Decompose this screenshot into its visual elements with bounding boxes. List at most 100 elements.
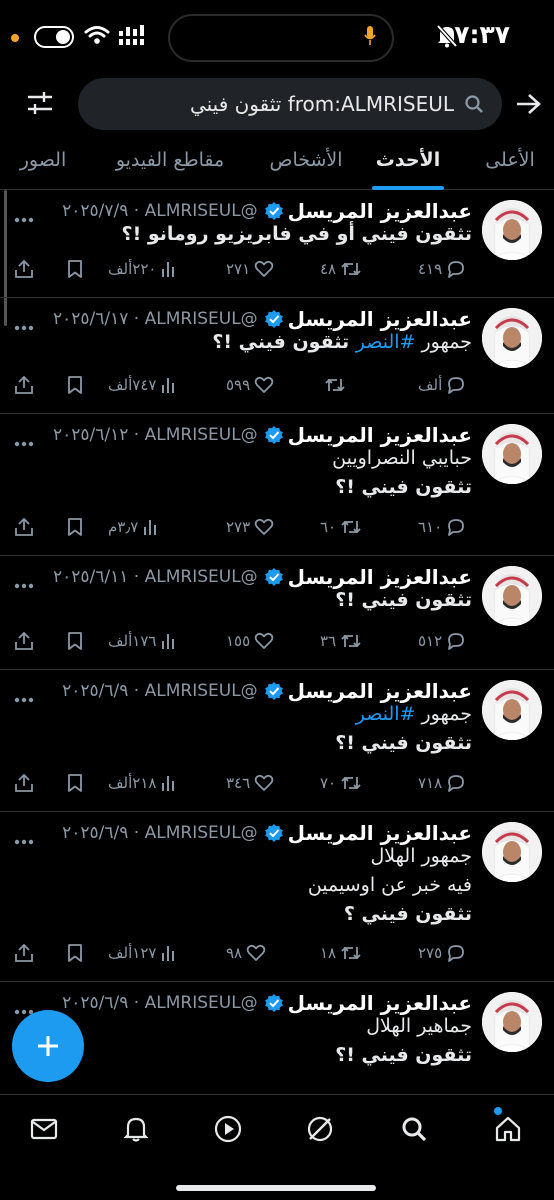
repost-button[interactable]	[320, 372, 346, 398]
handle-and-date: @ALMRISEUL · ٢٠٢٥/٦/٩	[62, 681, 258, 701]
dynamic-island	[168, 14, 394, 62]
reply-button[interactable]: ٤١٩	[418, 256, 466, 282]
views-button[interactable]: ٣٫٧م	[108, 514, 160, 540]
tab-top[interactable]: الأعلى	[480, 138, 540, 190]
tweet-text: جمهور الهلال فيه خبر عن اوسيمين تثقون فيني…	[32, 842, 472, 929]
share-button[interactable]	[14, 940, 34, 966]
avatar[interactable]	[482, 308, 542, 368]
tweet[interactable]: عبدالعزيز المريسل @ALMRISEUL · ٢٠٢٥/٦/٩ جم…	[0, 670, 554, 812]
reply-button[interactable]: ٦١٠	[418, 514, 466, 540]
tweet-text: جمهور #النصر تثقون فيني !؟	[32, 328, 472, 357]
share-button[interactable]	[14, 770, 34, 796]
search-box[interactable]	[78, 78, 502, 130]
search-input[interactable]	[114, 92, 454, 116]
views-button[interactable]: ٢١٨ألف	[108, 770, 178, 796]
nav-home[interactable]	[488, 1109, 528, 1149]
handle-and-date: @ALMRISEUL · ٢٠٢٥/٦/١٧	[53, 309, 258, 329]
tweet[interactable]: عبدالعزيز المريسل @ALMRISEUL · ٢٠٢٥/٦/٩ جم…	[0, 982, 554, 1090]
nav-grok[interactable]	[300, 1109, 340, 1149]
filter-sliders-icon[interactable]	[26, 90, 54, 116]
tweet-text-line: فيه خبر عن اوسيمين	[32, 871, 472, 900]
text-segment: تثقون فيني !؟	[212, 331, 356, 353]
like-button[interactable]: ١٥٥	[226, 628, 274, 654]
hashtag-link[interactable]: #النصر	[356, 331, 416, 353]
tweet-actions: ٤١٩ ٤٨ ٢٧١ ٢٢٠ألف	[14, 256, 474, 282]
tab-people[interactable]: الأشخاص	[266, 138, 346, 190]
tweet[interactable]: عبدالعزيز المريسل @ALMRISEUL · ٢٠٢٥/٦/٩ جم…	[0, 812, 554, 982]
avatar[interactable]	[482, 200, 542, 260]
tab-photos[interactable]: الصور	[12, 138, 74, 190]
views-count: ٣٫٧م	[108, 518, 139, 536]
plus-icon	[38, 1036, 58, 1056]
more-options-icon[interactable]	[14, 688, 34, 707]
tab-latest[interactable]: الأحدث	[372, 138, 444, 190]
like-button[interactable]: ٢٧٣	[226, 514, 274, 540]
avatar[interactable]	[482, 992, 542, 1052]
tab-videos[interactable]: مقاطع الفيديو	[106, 138, 234, 190]
views-chart-icon	[162, 262, 175, 277]
like-button[interactable]: ٣٤٦	[226, 770, 274, 796]
reply-button[interactable]: ٢٧٥	[418, 940, 466, 966]
more-options-icon[interactable]	[14, 316, 34, 335]
tweet-text-line: تثقون فيني أو في فابريزيو رومانو !؟	[32, 220, 472, 249]
tweet[interactable]: عبدالعزيز المريسل @ALMRISEUL · ٢٠٢٥/٦/١١ ت…	[0, 556, 554, 670]
tweet-text-line: تثقون فيني ؟	[32, 900, 472, 929]
nav-search[interactable]	[394, 1109, 434, 1149]
reply-button[interactable]: ألف	[418, 372, 466, 398]
avatar[interactable]	[482, 566, 542, 626]
more-options-icon[interactable]	[14, 432, 34, 451]
share-button[interactable]	[14, 256, 34, 282]
like-button[interactable]: ٢٧١	[226, 256, 274, 282]
like-count: ١٥٥	[226, 632, 251, 650]
views-button[interactable]: ١٢٧ألف	[108, 940, 178, 966]
tweet[interactable]: عبدالعزيز المريسل @ALMRISEUL · ٢٠٢٥/٧/٩ تث…	[0, 190, 554, 298]
more-options-icon[interactable]	[14, 830, 34, 849]
like-button[interactable]: ٥٩٩	[226, 372, 274, 398]
hashtag-link[interactable]: #النصر	[356, 703, 416, 725]
repost-button[interactable]: ٤٨	[320, 256, 362, 282]
reply-icon	[448, 775, 465, 792]
views-count: ١٧٦ألف	[108, 632, 157, 650]
avatar[interactable]	[482, 424, 542, 484]
more-options-icon[interactable]	[14, 574, 34, 593]
reply-button[interactable]: ٧١٨	[418, 770, 466, 796]
views-button[interactable]: ١٧٦ألف	[108, 628, 178, 654]
tweet-text-line: حبايبي النصراويين	[32, 444, 472, 473]
home-indicator	[176, 1185, 376, 1191]
back-arrow-icon[interactable]	[514, 92, 542, 116]
repost-button[interactable]: ١٨	[320, 940, 362, 966]
tweet[interactable]: عبدالعزيز المريسل @ALMRISEUL · ٢٠٢٥/٦/١٧ ج…	[0, 298, 554, 414]
repost-button[interactable]: ٣٦	[320, 628, 362, 654]
tweet-feed[interactable]: عبدالعزيز المريسل @ALMRISEUL · ٢٠٢٥/٧/٩ تث…	[0, 190, 554, 1090]
verified-badge-icon	[264, 568, 283, 586]
reply-icon	[448, 633, 465, 650]
views-button[interactable]: ٧٤٧ألف	[108, 372, 178, 398]
bookmark-button[interactable]	[66, 940, 84, 966]
more-options-icon[interactable]	[14, 208, 34, 227]
bookmark-button[interactable]	[66, 256, 84, 282]
reply-button[interactable]: ٥١٢	[418, 628, 466, 654]
repost-button[interactable]: ٧٠	[320, 770, 362, 796]
bookmark-button[interactable]	[66, 628, 84, 654]
like-heart-icon	[254, 518, 274, 535]
compose-button[interactable]	[12, 1010, 84, 1082]
nav-messages[interactable]	[24, 1109, 64, 1149]
tweet[interactable]: عبدالعزيز المريسل @ALMRISEUL · ٢٠٢٥/٦/١٢ ح…	[0, 414, 554, 556]
bookmark-button[interactable]	[66, 770, 84, 796]
tweet-text-line: جماهير الهلال	[32, 1012, 472, 1041]
nav-video[interactable]	[208, 1109, 248, 1149]
bookmark-button[interactable]	[66, 372, 84, 398]
reply-count: ٧١٨	[418, 774, 443, 792]
like-button[interactable]: ٩٨	[226, 940, 266, 966]
verified-badge-icon	[264, 310, 283, 328]
share-icon	[15, 773, 33, 792]
repost-button[interactable]: ٦٠	[320, 514, 362, 540]
views-button[interactable]: ٢٢٠ألف	[108, 256, 178, 282]
nav-notifications[interactable]	[116, 1109, 156, 1149]
avatar[interactable]	[482, 680, 542, 740]
share-button[interactable]	[14, 628, 34, 654]
share-button[interactable]	[14, 372, 34, 398]
share-button[interactable]	[14, 514, 34, 540]
avatar[interactable]	[482, 822, 542, 882]
bookmark-button[interactable]	[66, 514, 84, 540]
